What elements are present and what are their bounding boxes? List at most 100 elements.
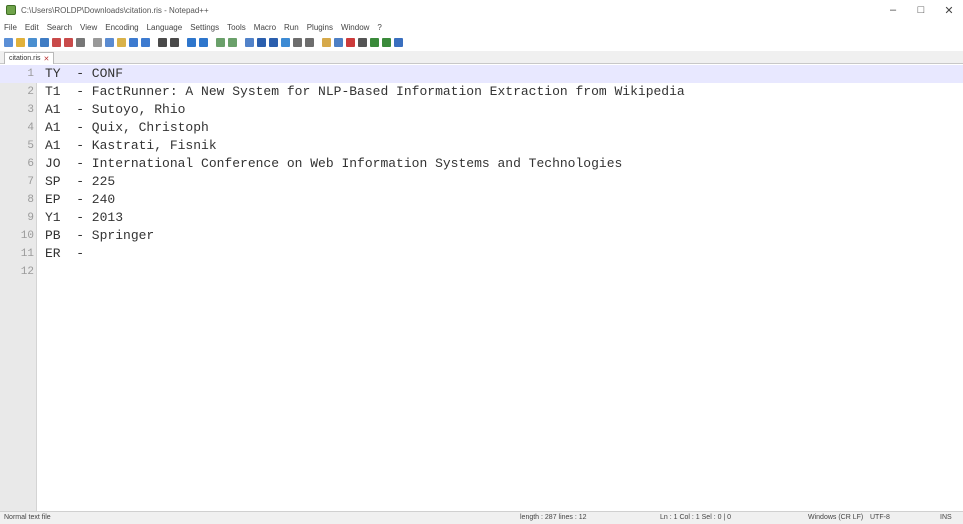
line-text[interactable]: Y1 - 2013 (45, 209, 123, 227)
line-number: 7 (27, 176, 34, 188)
line-number: 1 (27, 68, 34, 80)
save-icon[interactable] (28, 37, 37, 47)
record-icon[interactable] (346, 37, 355, 47)
editor-line[interactable]: 1 TY - CONF (0, 65, 963, 83)
line-text[interactable]: A1 - Kastrati, Fisnik (45, 137, 217, 155)
menu-run[interactable]: Run (284, 23, 299, 32)
menu-macro[interactable]: Macro (254, 23, 276, 32)
line-text[interactable]: A1 - Quix, Christoph (45, 119, 209, 137)
line-number: 8 (27, 194, 34, 206)
window-controls: – □ ✕ (879, 0, 963, 20)
line-text[interactable]: TY - CONF (45, 65, 123, 83)
line-number: 3 (27, 104, 34, 116)
editor-line[interactable]: 8 EP - 240 (0, 191, 963, 209)
tab-close-icon[interactable]: ✕ (44, 55, 50, 63)
menu-search[interactable]: Search (47, 23, 72, 32)
menu-bar: File Edit Search View Encoding Language … (0, 20, 963, 34)
open-file-icon[interactable] (16, 37, 25, 47)
menu-file[interactable]: File (4, 23, 17, 32)
all-chars-icon[interactable] (257, 37, 266, 47)
editor-line[interactable]: 3 A1 - Sutoyo, Rhio (0, 101, 963, 119)
line-number: 9 (27, 212, 34, 224)
status-file-type: Normal text file (4, 514, 51, 521)
menu-plugins[interactable]: Plugins (307, 23, 333, 32)
line-number: 6 (27, 158, 34, 170)
stop-icon[interactable] (358, 37, 367, 47)
minimize-button[interactable]: – (879, 0, 907, 20)
find-icon[interactable] (158, 37, 167, 47)
menu-tools[interactable]: Tools (227, 23, 246, 32)
line-number: 10 (20, 230, 34, 242)
status-encoding: UTF-8 (870, 514, 890, 521)
status-eol: Windows (CR LF) (808, 514, 864, 521)
editor-line[interactable]: 9 Y1 - 2013 (0, 209, 963, 227)
paste-icon[interactable] (117, 37, 126, 47)
close-all-icon[interactable] (64, 37, 73, 47)
menu-edit[interactable]: Edit (25, 23, 39, 32)
line-number: 5 (27, 140, 34, 152)
editor-line[interactable]: 11 ER - (0, 245, 963, 263)
save-macro-icon[interactable] (394, 37, 403, 47)
title-bar: C:\Users\ROLDP\Downloads\citation.ris - … (0, 0, 963, 20)
new-file-icon[interactable] (4, 37, 13, 47)
editor-line[interactable]: 7 SP - 225 (0, 173, 963, 191)
editor-line[interactable]: 10 PB - Springer (0, 227, 963, 245)
window-title: C:\Users\ROLDP\Downloads\citation.ris - … (21, 5, 209, 15)
cut-icon[interactable] (93, 37, 102, 47)
toolbar (0, 34, 963, 50)
line-number: 12 (20, 266, 34, 278)
save-all-icon[interactable] (40, 37, 49, 47)
zoom-out-icon[interactable] (199, 37, 208, 47)
line-number: 11 (20, 248, 34, 260)
line-text[interactable]: EP - 240 (45, 191, 115, 209)
menu-window[interactable]: Window (341, 23, 369, 32)
menu-language[interactable]: Language (147, 23, 183, 32)
editor-line[interactable]: 4 A1 - Quix, Christoph (0, 119, 963, 137)
doc-map-icon[interactable] (293, 37, 302, 47)
line-number: 4 (27, 122, 34, 134)
indent-guide-icon[interactable] (269, 37, 278, 47)
function-list-icon[interactable] (305, 37, 314, 47)
close-button[interactable]: ✕ (935, 0, 963, 20)
tab-label: citation.ris (9, 55, 41, 62)
close-icon[interactable] (52, 37, 61, 47)
undo-icon[interactable] (129, 37, 138, 47)
menu-settings[interactable]: Settings (190, 23, 219, 32)
editor-line[interactable]: 2 T1 - FactRunner: A New System for NLP-B… (0, 83, 963, 101)
redo-icon[interactable] (141, 37, 150, 47)
monitor-icon[interactable] (334, 37, 343, 47)
sync-h-icon[interactable] (228, 37, 237, 47)
notepad-plus-plus-icon (6, 5, 16, 15)
line-text[interactable]: PB - Springer (45, 227, 154, 245)
replace-icon[interactable] (170, 37, 179, 47)
line-text[interactable]: SP - 225 (45, 173, 115, 191)
menu-view[interactable]: View (80, 23, 97, 32)
status-mode: INS (940, 514, 952, 521)
line-text[interactable]: T1 - FactRunner: A New System for NLP-Ba… (45, 83, 685, 101)
line-number: 2 (27, 86, 34, 98)
folder-icon[interactable] (322, 37, 331, 47)
lang-icon[interactable] (281, 37, 290, 47)
zoom-in-icon[interactable] (187, 37, 196, 47)
wrap-icon[interactable] (245, 37, 254, 47)
status-length: length : 287 lines : 12 (520, 514, 587, 521)
copy-icon[interactable] (105, 37, 114, 47)
line-text[interactable]: JO - International Conference on Web Inf… (45, 155, 622, 173)
tab-citation-ris[interactable]: citation.ris ✕ (4, 52, 55, 64)
menu-help[interactable]: ? (377, 23, 381, 32)
editor-line[interactable]: 6 JO - International Conference on Web In… (0, 155, 963, 173)
menu-encoding[interactable]: Encoding (105, 23, 138, 32)
line-text[interactable]: A1 - Sutoyo, Rhio (45, 101, 185, 119)
print-icon[interactable] (76, 37, 85, 47)
status-position: Ln : 1 Col : 1 Sel : 0 | 0 (660, 514, 732, 521)
status-bar: Normal text file length : 287 lines : 12… (0, 511, 963, 524)
editor-area[interactable]: 1 TY - CONF 2 T1 - FactRunner: A New System… (0, 65, 963, 511)
editor-line[interactable]: 12 (0, 263, 963, 281)
maximize-button[interactable]: □ (907, 0, 935, 20)
play-icon[interactable] (370, 37, 379, 47)
editor-line[interactable]: 5 A1 - Kastrati, Fisnik (0, 137, 963, 155)
play-multi-icon[interactable] (382, 37, 391, 47)
line-text[interactable]: ER - (45, 245, 84, 263)
tab-bar: citation.ris ✕ (0, 51, 963, 64)
sync-v-icon[interactable] (216, 37, 225, 47)
